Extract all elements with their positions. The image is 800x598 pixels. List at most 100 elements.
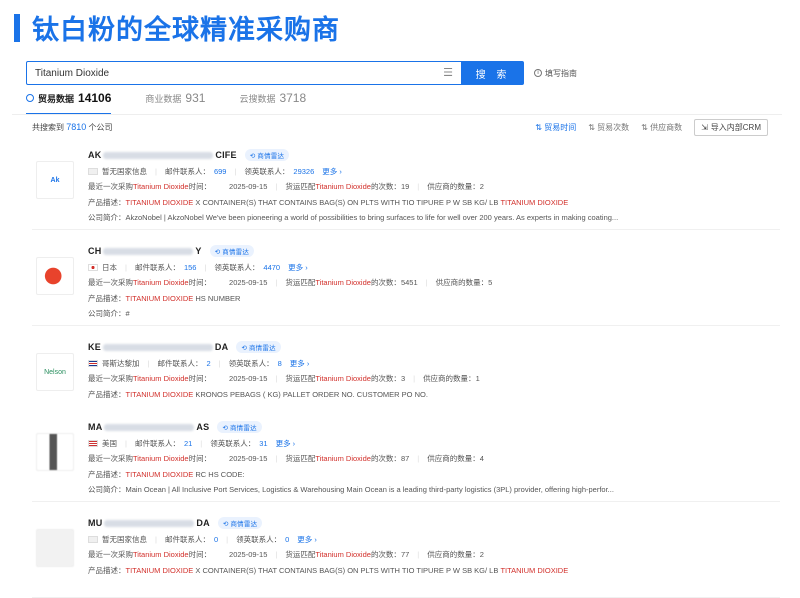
more-link[interactable]: 更多 › — [276, 438, 296, 449]
product-keyword: TITANIUM DIOXIDE — [125, 566, 194, 575]
tab-business-data[interactable]: 商业数据 931 — [145, 91, 205, 111]
company-card[interactable]: MU DA ⟲ 商情雷达 暂无国家信息 | 邮件联系人： 0 | 领英联系人： … — [32, 510, 780, 598]
linkedin-count[interactable]: 29326 — [293, 167, 314, 176]
company-card[interactable]: Nelson KE DA ⟲ 商情雷达 哥斯达黎加 | 邮件联系人： 2 | 领… — [32, 334, 780, 422]
company-logo[interactable] — [36, 529, 74, 567]
time-label: 时间： — [188, 374, 212, 383]
email-count[interactable]: 2 — [206, 359, 210, 368]
email-label: 邮件联系人： — [134, 439, 180, 448]
guide-link[interactable]: i 填写指南 — [534, 68, 577, 79]
linkedin-count[interactable]: 8 — [278, 359, 282, 368]
name-end: DA — [214, 342, 229, 352]
tab-trade-data[interactable]: 贸易数据 14106 — [26, 91, 112, 115]
search-button[interactable]: 搜 索 — [462, 61, 524, 85]
import-crm-button[interactable]: ⇲ 导入内部CRM — [694, 119, 768, 136]
page-banner: 钛白粉的全球精准采购商 — [0, 0, 800, 46]
email-count[interactable]: 21 — [184, 439, 192, 448]
name-redacted — [103, 151, 214, 159]
email-count[interactable]: 0 — [214, 535, 218, 544]
sort-by-supplier-count[interactable]: ⇅ 供应商数 — [641, 122, 682, 133]
email-label: 邮件联系人： — [157, 359, 203, 368]
name-start: CH — [88, 246, 102, 256]
match-count: 19 — [400, 182, 410, 191]
company-name[interactable]: AK CIFE ⟲ 商情雷达 — [88, 149, 290, 161]
company-name[interactable]: MA AS ⟲ 商情雷达 — [88, 421, 262, 433]
match-label: 货运匹配 — [285, 550, 316, 559]
time-label: 时间： — [188, 550, 212, 559]
country: 哥斯达黎加 — [102, 359, 140, 368]
intro-label: 公司简介： — [88, 213, 126, 222]
company-name[interactable]: KE DA ⟲ 商情雷达 — [88, 341, 281, 353]
separator: | — [125, 439, 127, 448]
radar-badge[interactable]: ⟲ 商情雷达 — [217, 421, 262, 433]
company-intro: AkzoNobel | AkzoNobel We've been pioneer… — [125, 213, 619, 222]
more-link[interactable]: 更多 › — [297, 534, 317, 545]
separator: | — [417, 550, 420, 559]
sort-label: 供应商数 — [650, 123, 683, 132]
radar-label: 商情雷达 — [257, 153, 285, 160]
linkedin-count[interactable]: 4470 — [263, 263, 280, 272]
radar-badge[interactable]: ⟲ 商情雷达 — [236, 341, 281, 353]
keyword: Titanium Dioxide — [315, 550, 371, 559]
company-card[interactable]: CH Y ⟲ 商情雷达 日本 | 邮件联系人： 156 | 领英联系人： 447… — [32, 238, 780, 326]
product-keyword: TITANIUM DIOXIDE — [125, 294, 194, 303]
intro-label: 公司简介： — [88, 485, 126, 494]
sort-by-trade-count[interactable]: ⇅ 贸易次数 — [588, 122, 629, 133]
keyword: Titanium Dioxide — [133, 550, 189, 559]
company-name[interactable]: MU DA ⟲ 商情雷达 — [88, 517, 263, 529]
email-label: 邮件联系人： — [134, 263, 180, 272]
divider — [12, 114, 782, 115]
country: 美国 — [102, 439, 117, 448]
separator: | — [234, 167, 237, 176]
more-label: 更多 — [275, 439, 291, 448]
email-count[interactable]: 156 — [184, 263, 197, 272]
product-description: X CONTAINER(S) THAT CONTAINS BAG(S) ON P… — [195, 198, 499, 207]
more-link[interactable]: 更多 › — [290, 358, 310, 369]
product-keyword: TITANIUM DIOXIDE — [125, 198, 194, 207]
more-link[interactable]: 更多 › — [288, 262, 308, 273]
radar-label: 商情雷达 — [229, 425, 257, 432]
radar-badge[interactable]: ⟲ 商情雷达 — [244, 149, 290, 161]
result-count: 共搜索到 7810 个公司 — [32, 122, 113, 133]
tab-count: 14106 — [78, 91, 112, 105]
intro-label: 公司简介： — [88, 309, 126, 318]
radar-badge[interactable]: ⟲ 商情雷达 — [217, 517, 263, 529]
recent-label: 最近一次采购 — [88, 550, 133, 559]
company-logo[interactable]: Nelson — [36, 353, 74, 391]
radar-label: 商情雷达 — [222, 249, 250, 256]
linkedin-label: 领英联系人： — [210, 439, 256, 448]
more-link[interactable]: 更多 › — [322, 166, 342, 177]
company-card[interactable]: MA AS ⟲ 商情雷达 美国 | 邮件联系人： 21 | 领英联系人： 31 … — [32, 414, 780, 502]
keyword: Titanium Dioxide — [315, 182, 371, 191]
guide-label: 填写指南 — [545, 68, 577, 78]
flag-icon — [88, 360, 98, 367]
list-icon[interactable]: ☰ — [443, 66, 453, 79]
separator: | — [413, 374, 416, 383]
match-label: 货运匹配 — [285, 454, 316, 463]
company-logo[interactable]: Ak — [36, 161, 74, 199]
match-count: 77 — [400, 550, 410, 559]
company-card[interactable]: Ak AK CIFE ⟲ 商情雷达 暂无国家信息 | 邮件联系人： 699 | … — [32, 142, 780, 230]
tab-cloud-data[interactable]: 云搜数据 3718 — [239, 91, 306, 111]
name-end: AS — [196, 422, 210, 432]
company-logo[interactable] — [36, 257, 74, 295]
radar-label: 商情雷达 — [248, 345, 276, 352]
trade-icon — [26, 94, 34, 102]
match-suffix: 的次数： — [370, 182, 401, 191]
contact-line: 哥斯达黎加 | 邮件联系人： 2 | 领英联系人： 8 更多 › — [88, 358, 309, 369]
product-label: 产品描述： — [88, 198, 126, 207]
recent-label: 最近一次采购 — [88, 374, 133, 383]
search-input[interactable]: Titanium Dioxide ☰ — [26, 61, 462, 85]
logo-text: Nelson — [44, 368, 66, 376]
company-logo[interactable] — [36, 433, 74, 471]
company-name[interactable]: CH Y ⟲ 商情雷达 — [88, 245, 255, 257]
product-keyword: TITANIUM DIOXIDE — [125, 390, 194, 399]
linkedin-count[interactable]: 31 — [259, 439, 267, 448]
purchase-line: 最近一次采购 Titanium Dioxide 时间： | 2025-09-15… — [88, 181, 484, 192]
email-count[interactable]: 699 — [214, 167, 227, 176]
result-suffix: 个公司 — [88, 123, 113, 132]
linkedin-count[interactable]: 0 — [285, 535, 289, 544]
radar-badge[interactable]: ⟲ 商情雷达 — [209, 245, 255, 257]
name-end: DA — [196, 518, 210, 528]
sort-by-trade-time[interactable]: ⇅ 贸易时间 — [535, 122, 576, 133]
